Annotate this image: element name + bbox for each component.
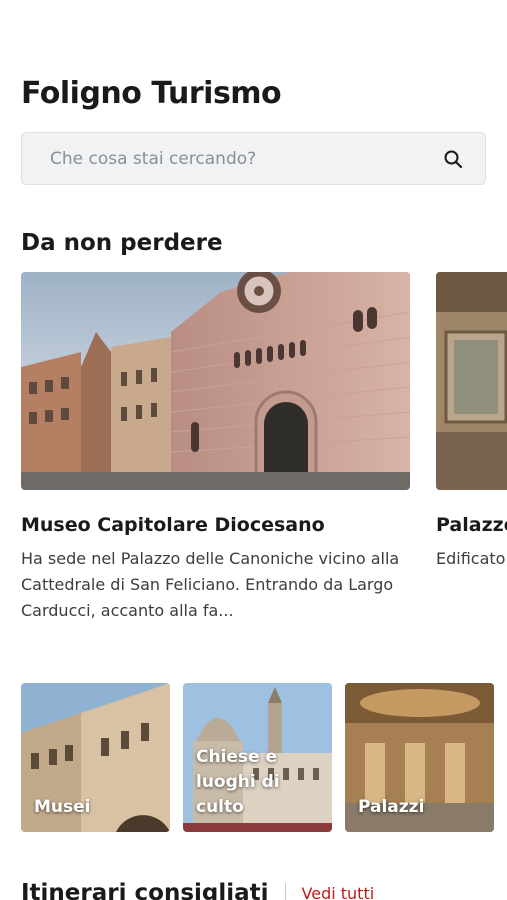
card-description: Ha sede nel Palazzo delle Canoniche vici… (21, 549, 400, 620)
page: Foligno Turismo Da non perdere (0, 0, 507, 900)
section-title-highlights: Da non perdere (21, 230, 223, 256)
search-bar[interactable] (21, 132, 486, 185)
card-image-palazzo (436, 272, 507, 490)
section-title-itineraries: Itinerari consigliati (21, 880, 269, 900)
category-label: Musei (34, 797, 91, 817)
category-tile-chiese[interactable]: Chiese e luoghi di culto (183, 683, 332, 832)
card-title[interactable]: Palazzo Trinci - Quintana (436, 512, 507, 538)
card-description: Edificato ... divenne ... oggi app... (436, 549, 507, 568)
category-tile-palazzi[interactable]: Palazzi (345, 683, 494, 832)
highlight-card[interactable]: Museo Capitolare Diocesano Ha sede nel P… (21, 272, 410, 624)
page-title: Foligno Turismo (21, 76, 282, 111)
category-tile-musei[interactable]: Musei (21, 683, 170, 832)
see-all-link[interactable]: Vedi tutti (302, 884, 375, 900)
search-input[interactable] (48, 147, 443, 170)
highlight-card[interactable]: Palazzo Trinci - Quintana Edificato ... … (436, 272, 507, 572)
card-image-cathedral (21, 272, 410, 490)
category-label: Chiese e luoghi di culto (196, 747, 280, 817)
category-label: Palazzi (358, 797, 425, 817)
itineraries-header: Itinerari consigliati Vedi tutti (21, 876, 374, 900)
divider (284, 883, 286, 900)
search-icon[interactable] (443, 149, 463, 169)
card-title[interactable]: Museo Capitolare Diocesano (21, 512, 410, 538)
